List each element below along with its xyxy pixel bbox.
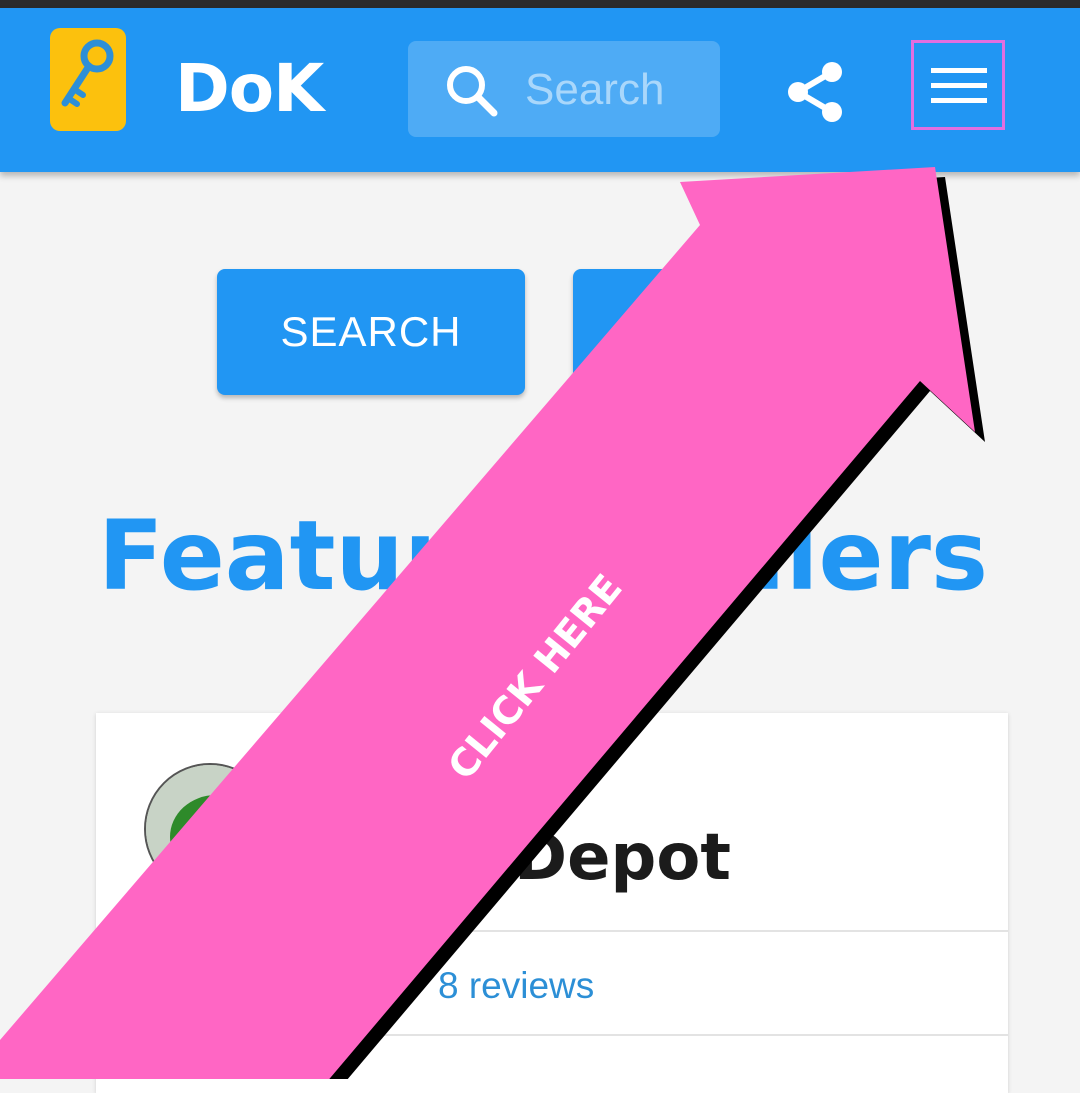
click-here-arrow: [0, 167, 985, 1079]
